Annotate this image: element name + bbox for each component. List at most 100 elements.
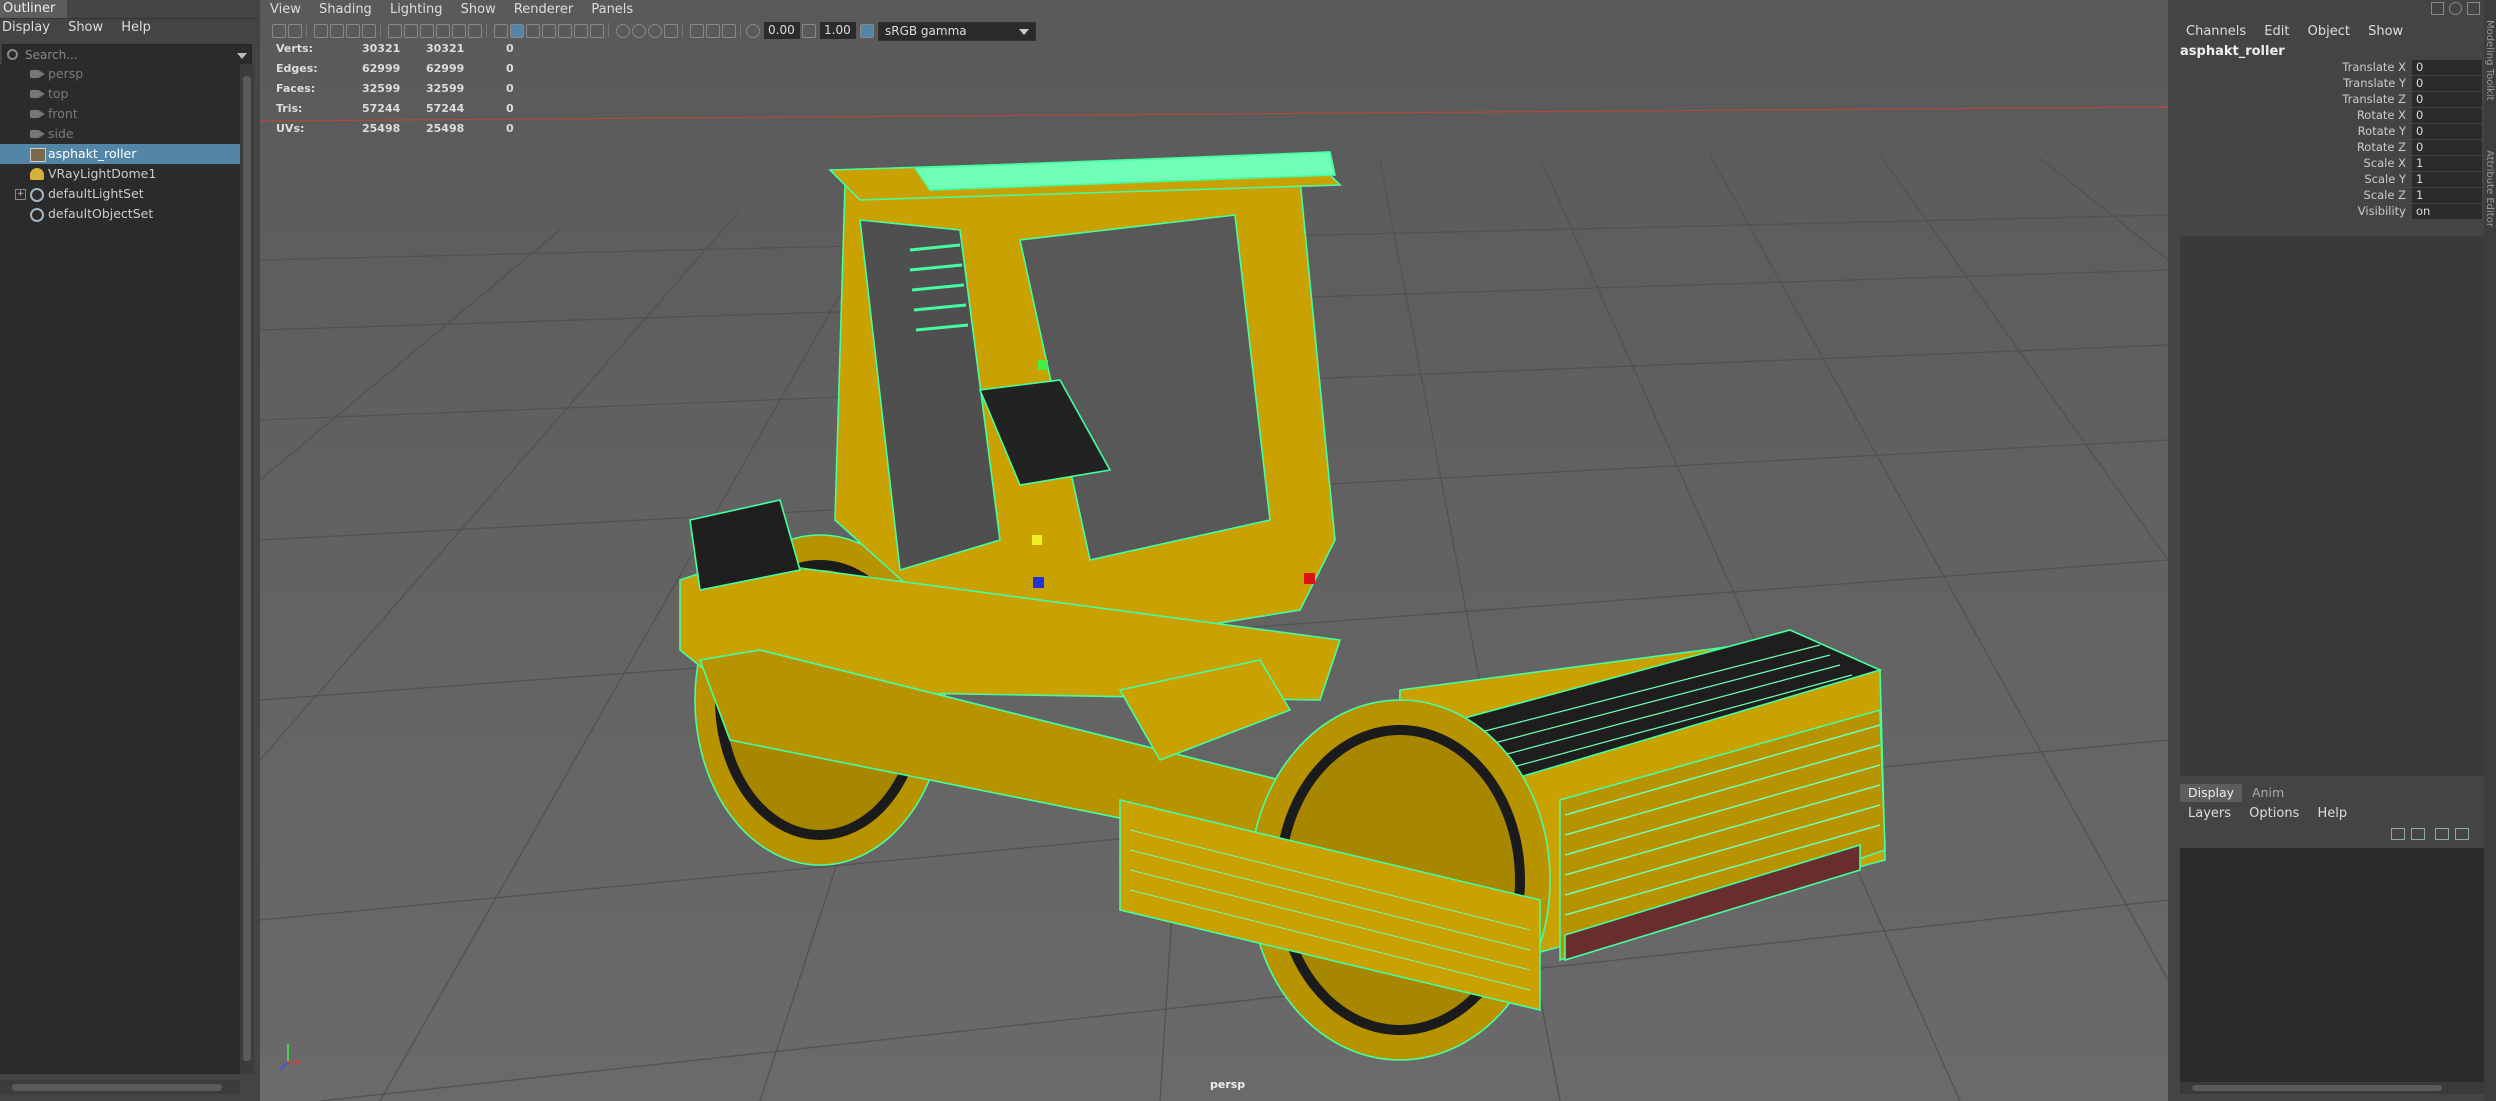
color-space-dropdown[interactable]: sRGB gamma <box>878 22 1036 41</box>
outliner-item-side[interactable]: side <box>0 124 240 144</box>
resolution-gate-icon[interactable] <box>420 24 434 38</box>
viewport-panel[interactable]: View Shading Lighting Show Renderer Pane… <box>260 0 2168 1101</box>
shadows-icon[interactable] <box>590 24 604 38</box>
channel-menu-object[interactable]: Object <box>2308 24 2350 39</box>
side-tab-modeling-toolkit[interactable]: Modeling Toolkit <box>2484 20 2495 101</box>
attr-value-field[interactable]: 0 <box>2412 76 2482 91</box>
attribute-editor-icon[interactable] <box>2449 2 2462 15</box>
attr-rotate-x[interactable]: Rotate X 0 <box>2176 108 2496 124</box>
smooth-shade-icon[interactable] <box>510 24 524 38</box>
outliner-item-asphakt-roller[interactable]: asphakt_roller <box>0 144 240 164</box>
safe-action-icon[interactable] <box>468 24 482 38</box>
attr-value-field[interactable]: 1 <box>2412 188 2482 203</box>
bookmarks-icon[interactable] <box>314 24 328 38</box>
attr-rotate-z[interactable]: Rotate Z 0 <box>2176 140 2496 156</box>
channel-menu-show[interactable]: Show <box>2368 24 2403 39</box>
attr-visibility[interactable]: Visibility on <box>2176 204 2496 220</box>
screen-space-ao-icon[interactable] <box>616 24 630 38</box>
viewport-menu-show[interactable]: Show <box>461 2 496 17</box>
viewport-scene[interactable] <box>260 0 2168 1101</box>
grid-icon[interactable] <box>388 24 402 38</box>
exposure-icon[interactable] <box>746 24 760 38</box>
channel-menu-edit[interactable]: Edit <box>2264 24 2289 39</box>
use-lights-icon[interactable] <box>574 24 588 38</box>
outliner-item-persp[interactable]: persp <box>0 64 240 84</box>
outliner-item-defaultlightset[interactable]: + defaultLightSet <box>0 184 240 204</box>
pivot-y-marker[interactable] <box>1038 360 1048 370</box>
image-plane-icon[interactable] <box>330 24 344 38</box>
attr-scale-y[interactable]: Scale Y 1 <box>2176 172 2496 188</box>
tool-settings-icon[interactable] <box>2467 2 2480 15</box>
outliner-item-top[interactable]: top <box>0 84 240 104</box>
color-management-icon[interactable] <box>860 24 874 38</box>
layer-menu-layers[interactable]: Layers <box>2188 806 2231 821</box>
tab-anim[interactable]: Anim <box>2244 784 2292 802</box>
pivot-z-marker[interactable] <box>1033 577 1044 588</box>
viewport-menu-lighting[interactable]: Lighting <box>390 2 443 17</box>
outliner-vertical-scrollbar[interactable] <box>240 64 254 1074</box>
gamma-icon[interactable] <box>802 24 816 38</box>
new-layer-from-selection-icon[interactable] <box>2455 828 2469 840</box>
outliner-search-input[interactable]: Search... <box>2 44 252 66</box>
camera-attributes-icon[interactable] <box>288 24 302 38</box>
attr-value-field[interactable]: 0 <box>2412 108 2482 123</box>
gate-mask-icon[interactable] <box>436 24 450 38</box>
attr-rotate-y[interactable]: Rotate Y 0 <box>2176 124 2496 140</box>
attr-translate-y[interactable]: Translate Y 0 <box>2176 76 2496 92</box>
attr-translate-z[interactable]: Translate Z 0 <box>2176 92 2496 108</box>
gamma-field[interactable]: 1.00 <box>820 22 856 39</box>
outliner-menu-help[interactable]: Help <box>121 20 151 35</box>
x-ray-icon[interactable] <box>706 24 720 38</box>
channel-menu-channels[interactable]: Channels <box>2186 24 2246 39</box>
pivot-x-marker[interactable] <box>1304 573 1315 584</box>
layer-menu-help[interactable]: Help <box>2317 806 2347 821</box>
textured-icon[interactable] <box>558 24 572 38</box>
film-gate-icon[interactable] <box>404 24 418 38</box>
attr-value-field[interactable]: 1 <box>2412 172 2482 187</box>
outliner-item-defaultobjectset[interactable]: defaultObjectSet <box>0 204 240 224</box>
attr-value-field[interactable]: on <box>2412 204 2482 219</box>
viewport-menu-panels[interactable]: Panels <box>591 2 633 17</box>
attr-scale-z[interactable]: Scale Z 1 <box>2176 188 2496 204</box>
attr-value-field[interactable]: 0 <box>2412 124 2482 139</box>
outliner-horizontal-scrollbar[interactable] <box>0 1080 240 1094</box>
attr-value-field[interactable]: 1 <box>2412 156 2482 171</box>
outliner-menu-display[interactable]: Display <box>2 20 50 35</box>
side-tab-attribute-editor[interactable]: Attribute Editor <box>2484 150 2495 227</box>
motion-blur-icon[interactable] <box>632 24 646 38</box>
move-layer-down-icon[interactable] <box>2411 828 2425 840</box>
modeling-toolkit-icon[interactable] <box>2431 2 2444 15</box>
attr-value-field[interactable]: 0 <box>2412 60 2482 75</box>
exposure-field[interactable]: 0.00 <box>764 22 800 39</box>
viewport-menu-renderer[interactable]: Renderer <box>514 2 573 17</box>
layer-menu-options[interactable]: Options <box>2249 806 2299 821</box>
field-chart-icon[interactable] <box>452 24 466 38</box>
attr-scale-x[interactable]: Scale X 1 <box>2176 156 2496 172</box>
layer-horizontal-scrollbar[interactable] <box>2180 1082 2484 1094</box>
outliner-menu-show[interactable]: Show <box>68 20 103 35</box>
depth-of-field-icon[interactable] <box>664 24 678 38</box>
outliner-item-vraylightdome1[interactable]: VRayLightDome1 <box>0 164 240 184</box>
viewport-menu-view[interactable]: View <box>270 2 301 17</box>
attr-translate-x[interactable]: Translate X 0 <box>2176 60 2496 76</box>
new-layer-icon[interactable] <box>2435 828 2449 840</box>
tab-display[interactable]: Display <box>2180 784 2243 802</box>
anti-aliasing-icon[interactable] <box>648 24 662 38</box>
isolate-select-icon[interactable] <box>690 24 704 38</box>
outliner-item-front[interactable]: front <box>0 104 240 124</box>
camera-select-icon[interactable] <box>272 24 286 38</box>
wireframe-icon[interactable] <box>494 24 508 38</box>
2d-pan-zoom-icon[interactable] <box>346 24 360 38</box>
selected-object-name[interactable]: asphakt_roller <box>2180 44 2285 59</box>
move-layer-up-icon[interactable] <box>2391 828 2405 840</box>
grease-pencil-icon[interactable] <box>362 24 376 38</box>
pivot-center-marker[interactable] <box>1032 535 1042 545</box>
layer-list[interactable] <box>2180 848 2484 1082</box>
search-options-dropdown-icon[interactable] <box>237 53 247 59</box>
viewport-menu-shading[interactable]: Shading <box>319 2 372 17</box>
default-material-icon[interactable] <box>526 24 540 38</box>
x-ray-joints-icon[interactable] <box>722 24 736 38</box>
attr-value-field[interactable]: 0 <box>2412 140 2482 155</box>
wireframe-on-shaded-icon[interactable] <box>542 24 556 38</box>
attr-value-field[interactable]: 0 <box>2412 92 2482 107</box>
